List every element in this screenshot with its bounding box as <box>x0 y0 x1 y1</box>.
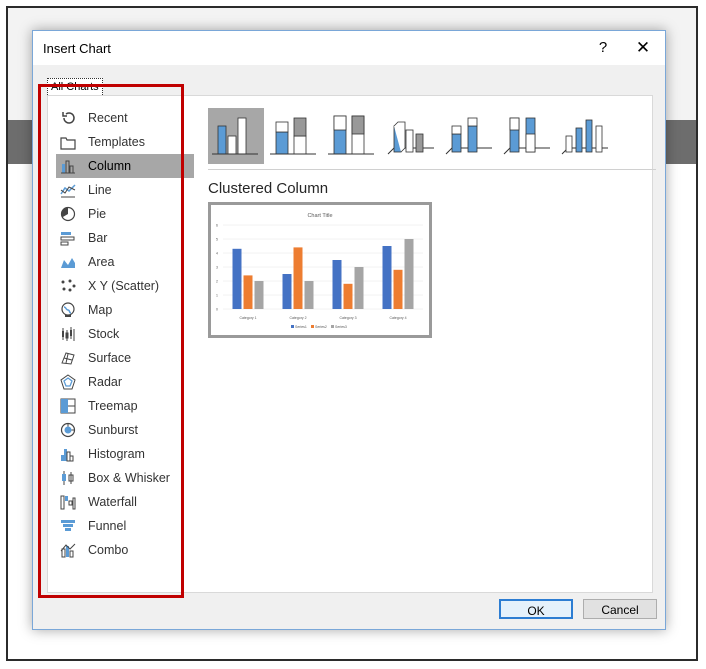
preview-legend-swatch <box>291 325 294 328</box>
preview-category-label: Category 3 <box>339 316 356 320</box>
red-highlight-box <box>38 84 184 598</box>
preview-ytick: 0 <box>216 308 218 312</box>
preview-bar <box>304 281 314 309</box>
cancel-button[interactable]: Cancel <box>583 599 657 619</box>
stacked-column-subtype[interactable] <box>266 108 322 164</box>
preview-category-label: Category 2 <box>289 316 306 320</box>
preview-ytick: 4 <box>216 252 218 256</box>
3d-100-stacked-column-icon <box>503 117 550 155</box>
close-button[interactable]: ✕ <box>631 37 655 59</box>
preview-category-label: Category 1 <box>239 316 256 320</box>
stacked-column-icon <box>270 117 316 155</box>
preview-ytick: 3 <box>216 266 218 270</box>
preview-bar <box>293 247 303 309</box>
preview-bar <box>232 248 242 309</box>
preview-bar <box>404 239 414 309</box>
clustered-column-subtype[interactable] <box>208 108 264 164</box>
preview-bar <box>332 260 342 309</box>
preview-legend-swatch <box>331 325 334 328</box>
dialog-titlebar: Insert Chart ? ✕ <box>33 31 665 65</box>
chart-preview-svg: Chart Title 0 1 2 3 4 5 6 Category 1 Category 2 Ca… <box>216 213 423 329</box>
preview-ytick: 6 <box>216 224 218 228</box>
selected-subtype-name: Clustered Column <box>208 180 329 197</box>
preview-bar <box>354 267 364 309</box>
preview-legend-label: Series3 <box>335 325 347 329</box>
3d-column-icon <box>561 119 608 155</box>
ok-button[interactable]: OK <box>499 599 573 619</box>
preview-ytick: 1 <box>216 294 218 298</box>
preview-category-label: Category 4 <box>389 316 406 320</box>
100-stacked-column-icon <box>328 115 374 155</box>
3d-column-subtype[interactable] <box>556 108 612 164</box>
screenshot-frame: Insert Chart ? ✕ All Charts Recent Templa… <box>6 6 698 661</box>
preview-legend-label: Series2 <box>315 325 327 329</box>
dialog-title: Insert Chart <box>43 41 111 56</box>
preview-title: Chart Title <box>307 213 332 219</box>
clustered-column-icon <box>212 117 258 155</box>
3d-stacked-column-icon <box>445 117 492 155</box>
chart-preview[interactable]: Chart Title 0 1 2 3 4 5 6 Category 1 Category 2 Ca… <box>208 202 432 338</box>
3d-clustered-column-icon <box>387 121 434 155</box>
3d-stacked-column-subtype[interactable] <box>440 108 496 164</box>
preview-bar <box>254 281 264 309</box>
preview-legend-swatch <box>311 325 314 328</box>
100-stacked-column-subtype[interactable] <box>324 108 380 164</box>
preview-ytick: 5 <box>216 238 218 242</box>
preview-bar <box>343 283 353 309</box>
3d-clustered-column-subtype[interactable] <box>382 108 438 164</box>
help-button[interactable]: ? <box>591 37 615 59</box>
3d-100-stacked-column-subtype[interactable] <box>498 108 554 164</box>
preview-legend-label: Series1 <box>295 325 307 329</box>
preview-bar <box>282 274 292 309</box>
preview-ytick: 2 <box>216 280 218 284</box>
preview-bar <box>393 269 403 309</box>
preview-bar <box>243 275 253 309</box>
preview-bar <box>382 246 392 309</box>
subtype-divider <box>208 169 656 170</box>
